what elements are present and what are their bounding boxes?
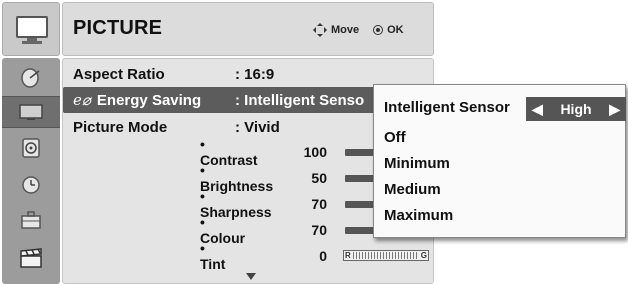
clapperboard-icon [20, 248, 42, 268]
picture-screen-icon [19, 104, 43, 120]
energy-saving-popup: Intelligent Sensor ◀ High ▶ Off Minimum … [373, 84, 626, 238]
tv-icon [2, 2, 60, 56]
option-medium[interactable]: Medium [384, 181, 441, 198]
speaker-icon [22, 138, 40, 158]
sidebar-item-audio[interactable] [2, 132, 60, 164]
intelligent-sensor-option[interactable]: Intelligent Sensor [384, 99, 510, 116]
tint-slider[interactable]: R G [343, 250, 429, 261]
brightness-value: 50 [311, 170, 327, 186]
briefcase-icon [21, 211, 41, 229]
sensor-level-selector[interactable]: ◀ High ▶ [526, 97, 626, 121]
aspect-ratio-value: : 16:9 [235, 65, 275, 83]
sidebar-item-picture[interactable] [2, 96, 60, 128]
option-maximum[interactable]: Maximum [384, 207, 453, 224]
energy-saving-value: : Intelligent Senso [235, 91, 365, 109]
move-hint-label: Move [331, 24, 360, 36]
satellite-dish-icon [21, 68, 40, 88]
nav-hints: Move OK [313, 23, 404, 37]
tint-value: 0 [319, 248, 327, 264]
sidebar-item-channel[interactable] [2, 62, 60, 94]
sidebar-item-option[interactable] [2, 204, 60, 236]
aspect-ratio-label: Aspect Ratio [73, 65, 165, 83]
colour-value: 70 [311, 222, 327, 238]
menu-header: PICTURE Move OK [62, 2, 434, 56]
tint-scale [352, 252, 419, 259]
tint-red-label: R [345, 251, 351, 260]
sharpness-value: 70 [311, 196, 327, 212]
option-minimum[interactable]: Minimum [384, 155, 450, 172]
ok-button-icon [373, 25, 384, 35]
scroll-down-arrow-icon[interactable] [246, 273, 256, 280]
right-arrow-icon[interactable]: ▶ [609, 101, 620, 118]
picture-mode-label: Picture Mode [73, 118, 168, 136]
clock-icon [22, 176, 40, 194]
sidebar-item-media[interactable] [2, 242, 60, 274]
move-arrows-icon [313, 23, 327, 37]
ok-hint-label: OK [387, 24, 404, 36]
sensor-level-value: High [560, 101, 592, 117]
tint-green-label: G [420, 251, 427, 260]
page-title: PICTURE [73, 17, 163, 39]
energy-saving-icon: e⌀ [73, 91, 91, 109]
contrast-value: 100 [303, 144, 327, 160]
tint-label: • Tint [200, 240, 226, 272]
sidebar-item-time[interactable] [2, 168, 60, 200]
picture-mode-value: : Vivid [235, 118, 280, 136]
energy-saving-label: Energy Saving [96, 92, 202, 109]
option-off[interactable]: Off [384, 129, 406, 146]
picture-menu-window: PICTURE Move OK Aspect Ratio: 16:9 e⌀ E… [0, 0, 628, 284]
category-sidebar [2, 58, 60, 284]
left-arrow-icon[interactable]: ◀ [532, 101, 543, 118]
